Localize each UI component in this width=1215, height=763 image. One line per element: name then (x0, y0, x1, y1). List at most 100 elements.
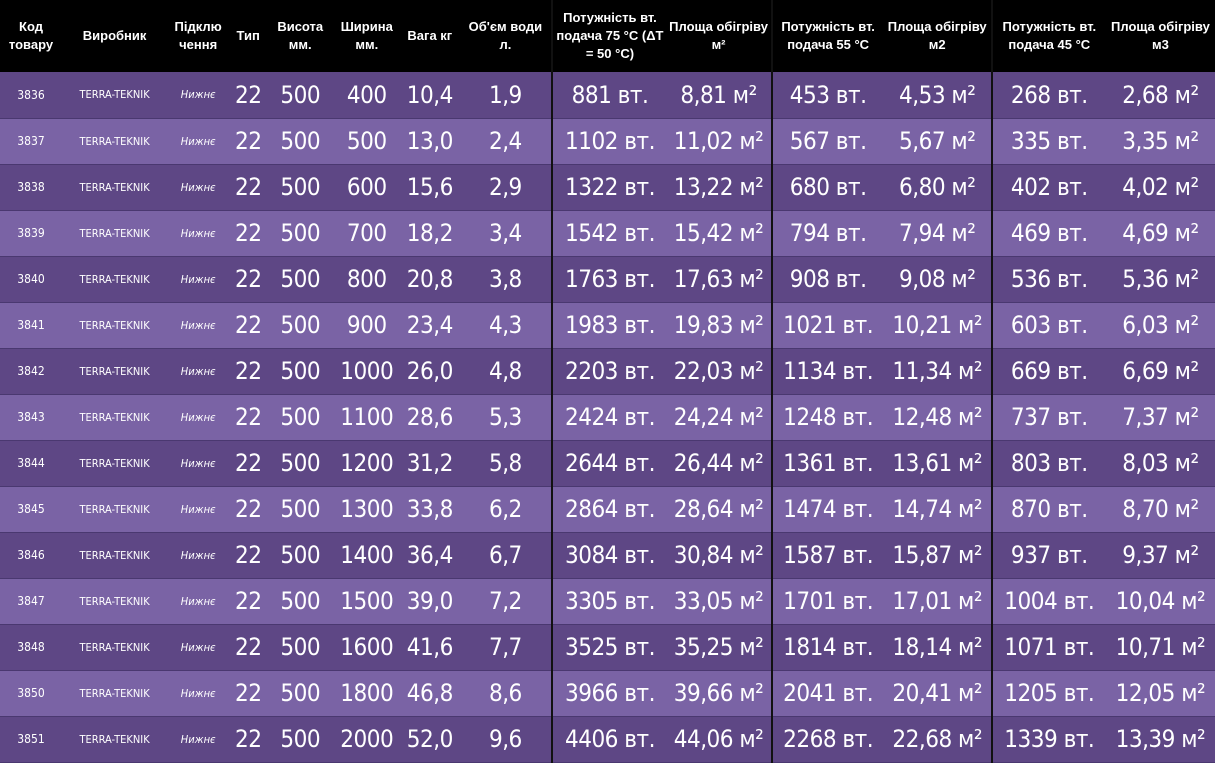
cell-power-75: 1322 вт. (551, 164, 667, 211)
cell-type: 22 (229, 302, 268, 349)
cell-type: 22 (229, 348, 268, 395)
cell-manufacturer: TERRA-TEKNIK (62, 624, 168, 671)
cell-power-75: 1542 вт. (551, 210, 667, 257)
cell-manufacturer: TERRA-TEKNIK (62, 670, 168, 717)
cell-volume: 4,3 (459, 302, 553, 349)
cell-code: 3851 (0, 716, 63, 763)
cell-weight: 20,8 (400, 256, 460, 303)
table-body: 3836 TERRA-TEKNIK Нижнє 22 500 400 10,4 1,9 881 … (0, 72, 1215, 763)
cell-power-45: 335 вт. (990, 118, 1106, 165)
cell-power-75: 1102 вт. (551, 118, 667, 165)
table-row: 3837 TERRA-TEKNIK Нижнє 22 500 500 13,0 2,4 1102… (0, 118, 1215, 165)
cell-area-75: 24,24 м² (666, 394, 772, 441)
header-power-45: Потужність вт. подача 45 °С (990, 0, 1106, 72)
cell-area-55: 10,21 м² (883, 302, 992, 349)
cell-volume: 3,4 (459, 210, 553, 257)
cell-weight: 36,4 (400, 532, 460, 579)
cell-area-45: 6,03 м² (1105, 302, 1215, 349)
cell-power-55: 2041 вт. (770, 670, 884, 717)
cell-manufacturer: TERRA-TEKNIK (62, 394, 168, 441)
cell-manufacturer: TERRA-TEKNIK (62, 164, 168, 211)
table-row: 3847 TERRA-TEKNIK Нижнє 22 500 1500 39,0 7,2 330… (0, 578, 1215, 625)
cell-power-75: 4406 вт. (551, 716, 667, 763)
cell-area-75: 28,64 м² (666, 486, 772, 533)
cell-height: 500 (267, 72, 334, 119)
cell-power-55: 453 вт. (770, 72, 884, 119)
cell-area-75: 11,02 м² (666, 118, 772, 165)
cell-power-55: 2268 вт. (770, 716, 884, 763)
table-row: 3843 TERRA-TEKNIK Нижнє 22 500 1100 28,6 5,3 242… (0, 394, 1215, 441)
header-connection: Підклю чення (167, 0, 230, 72)
cell-weight: 31,2 (400, 440, 460, 487)
cell-weight: 41,6 (400, 624, 460, 671)
cell-code: 3845 (0, 486, 63, 533)
cell-power-75: 2864 вт. (551, 486, 667, 533)
cell-power-75: 2424 вт. (551, 394, 667, 441)
cell-manufacturer: TERRA-TEKNIK (62, 486, 168, 533)
cell-type: 22 (229, 578, 268, 625)
cell-power-75: 3525 вт. (551, 624, 667, 671)
cell-weight: 46,8 (400, 670, 460, 717)
header-manufacturer: Виробник (62, 0, 168, 72)
cell-power-55: 1021 вт. (770, 302, 884, 349)
header-power-55: Потужність вт. подача 55 °С (770, 0, 884, 72)
cell-code: 3850 (0, 670, 63, 717)
cell-type: 22 (229, 486, 268, 533)
cell-area-55: 6,80 м² (883, 164, 992, 211)
cell-area-75: 13,22 м² (666, 164, 772, 211)
cell-area-55: 17,01 м² (883, 578, 992, 625)
cell-width: 1100 (333, 394, 401, 441)
cell-connection: Нижнє (167, 716, 230, 763)
table-row: 3845 TERRA-TEKNIK Нижнє 22 500 1300 33,8 6,2 286… (0, 486, 1215, 533)
cell-type: 22 (229, 72, 268, 119)
cell-power-45: 603 вт. (990, 302, 1106, 349)
header-weight: Вага кг (400, 0, 460, 72)
cell-power-75: 1983 вт. (551, 302, 667, 349)
cell-power-55: 1814 вт. (770, 624, 884, 671)
cell-area-55: 7,94 м² (883, 210, 992, 257)
cell-area-75: 8,81 м² (666, 72, 772, 119)
cell-manufacturer: TERRA-TEKNIK (62, 440, 168, 487)
cell-width: 1500 (333, 578, 401, 625)
cell-volume: 8,6 (459, 670, 553, 717)
cell-power-45: 536 вт. (990, 256, 1106, 303)
cell-width: 2000 (333, 716, 401, 763)
cell-volume: 7,2 (459, 578, 553, 625)
cell-volume: 4,8 (459, 348, 553, 395)
cell-power-55: 1361 вт. (770, 440, 884, 487)
cell-weight: 18,2 (400, 210, 460, 257)
table-row: 3851 TERRA-TEKNIK Нижнє 22 500 2000 52,0 9,6 440… (0, 716, 1215, 763)
cell-type: 22 (229, 256, 268, 303)
cell-code: 3839 (0, 210, 63, 257)
cell-power-45: 870 вт. (990, 486, 1106, 533)
cell-volume: 9,6 (459, 716, 553, 763)
cell-manufacturer: TERRA-TEKNIK (62, 256, 168, 303)
cell-manufacturer: TERRA-TEKNIK (62, 532, 168, 579)
cell-connection: Нижнє (167, 440, 230, 487)
cell-width: 800 (333, 256, 401, 303)
table-header: Код товару Виробник Підклю чення Тип Вис… (0, 0, 1215, 72)
cell-area-45: 10,04 м² (1105, 578, 1215, 625)
cell-manufacturer: TERRA-TEKNIK (62, 302, 168, 349)
cell-width: 1200 (333, 440, 401, 487)
cell-area-55: 9,08 м² (883, 256, 992, 303)
cell-area-45: 2,68 м² (1105, 72, 1215, 119)
cell-power-45: 1339 вт. (990, 716, 1106, 763)
cell-manufacturer: TERRA-TEKNIK (62, 72, 168, 119)
table-row: 3838 TERRA-TEKNIK Нижнє 22 500 600 15,6 2,9 1322… (0, 164, 1215, 211)
cell-power-75: 2644 вт. (551, 440, 667, 487)
cell-volume: 5,3 (459, 394, 553, 441)
cell-area-75: 39,66 м² (666, 670, 772, 717)
cell-type: 22 (229, 210, 268, 257)
table-row: 3842 TERRA-TEKNIK Нижнє 22 500 1000 26,0 4,8 220… (0, 348, 1215, 395)
cell-power-45: 469 вт. (990, 210, 1106, 257)
cell-power-45: 737 вт. (990, 394, 1106, 441)
cell-area-75: 44,06 м² (666, 716, 772, 763)
cell-connection: Нижнє (167, 624, 230, 671)
cell-power-75: 3084 вт. (551, 532, 667, 579)
cell-manufacturer: TERRA-TEKNIK (62, 716, 168, 763)
cell-width: 500 (333, 118, 401, 165)
cell-power-75: 1763 вт. (551, 256, 667, 303)
cell-code: 3836 (0, 72, 63, 119)
cell-connection: Нижнє (167, 210, 230, 257)
